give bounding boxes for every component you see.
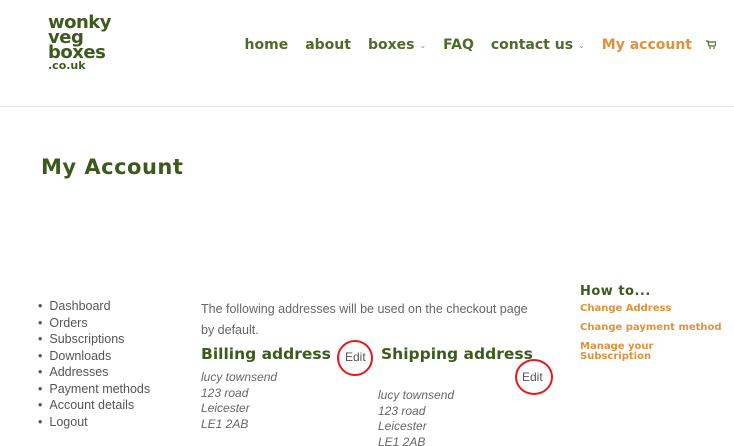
account-nav-downloads[interactable]: Downloads	[38, 348, 150, 365]
account-navigation: Dashboard Orders Subscriptions Downloads…	[38, 298, 150, 430]
billing-street: 123 road	[201, 385, 249, 400]
how-to-change-address-link[interactable]: Change Address	[580, 304, 730, 314]
billing-postcode: LE1 2AB	[201, 416, 249, 431]
nav-my-account[interactable]: My account	[602, 37, 692, 53]
shipping-address-title: Shipping address	[381, 345, 533, 363]
nav-contact-us-label: contact us	[490, 37, 574, 53]
logo-line-boxes: boxes	[48, 42, 106, 63]
billing-address-title: Billing address	[201, 345, 331, 363]
account-nav-logout[interactable]: Logout	[38, 414, 150, 431]
nav-home-label: home	[244, 37, 289, 53]
addresses-intro: The following addresses will be used on …	[201, 302, 528, 337]
billing-address: lucy townsend 123 road Leicester LE1 2AB	[201, 370, 277, 432]
how-to-manage-subscription-link[interactable]: Manage your Subscription	[580, 342, 660, 362]
how-to-title: How to...	[580, 284, 651, 299]
shipping-postcode: LE1 2AB	[378, 434, 426, 446]
account-nav-addresses[interactable]: Addresses	[38, 364, 150, 381]
site-header: wonky veg boxes .co.uk home about boxes ⌄…	[0, 0, 734, 107]
nav-boxes[interactable]: boxes ⌄	[368, 37, 426, 53]
chevron-down-icon: ⌄	[419, 40, 427, 50]
cart-icon[interactable]	[706, 39, 717, 52]
page-title: My Account	[41, 155, 184, 179]
nav-about[interactable]: about	[305, 37, 351, 53]
logo-line-domain: .co.uk	[48, 59, 86, 72]
nav-home[interactable]: home	[245, 37, 289, 53]
account-nav-account-details[interactable]: Account details	[38, 397, 150, 414]
nav-about-label: about	[305, 37, 351, 53]
how-to-sidebar: How to... Change Address Change payment …	[580, 284, 730, 371]
account-nav-subscriptions[interactable]: Subscriptions	[38, 331, 150, 348]
account-nav-dashboard[interactable]: Dashboard	[38, 298, 150, 315]
how-to-change-payment-method-link[interactable]: Change payment method	[580, 323, 730, 333]
account-nav-payment-methods[interactable]: Payment methods	[38, 381, 150, 398]
annotation-circle-billing-edit	[337, 340, 373, 376]
cart-icon-svg	[706, 39, 717, 49]
nav-contact-us[interactable]: contact us ⌄	[491, 37, 585, 53]
billing-city: Leicester	[201, 401, 250, 415]
chevron-down-icon: ⌄	[578, 40, 585, 50]
shipping-address: lucy townsend 123 road Leicester LE1 2AB	[378, 388, 454, 446]
nav-boxes-label: boxes	[367, 37, 415, 53]
main-nav: home about boxes ⌄ FAQ contact us ⌄ My acc…	[228, 37, 717, 53]
nav-faq[interactable]: FAQ	[443, 37, 474, 53]
shipping-name: lucy townsend	[378, 388, 455, 402]
site-logo[interactable]: wonky veg boxes .co.uk	[48, 14, 118, 72]
annotation-circle-shipping-edit	[515, 359, 553, 395]
nav-faq-label: FAQ	[443, 37, 474, 53]
nav-my-account-label: My account	[601, 37, 692, 53]
shipping-city: Leicester	[378, 419, 427, 433]
account-nav-orders[interactable]: Orders	[38, 315, 150, 332]
billing-name: lucy townsend	[201, 370, 278, 384]
shipping-street: 123 road	[378, 403, 426, 418]
